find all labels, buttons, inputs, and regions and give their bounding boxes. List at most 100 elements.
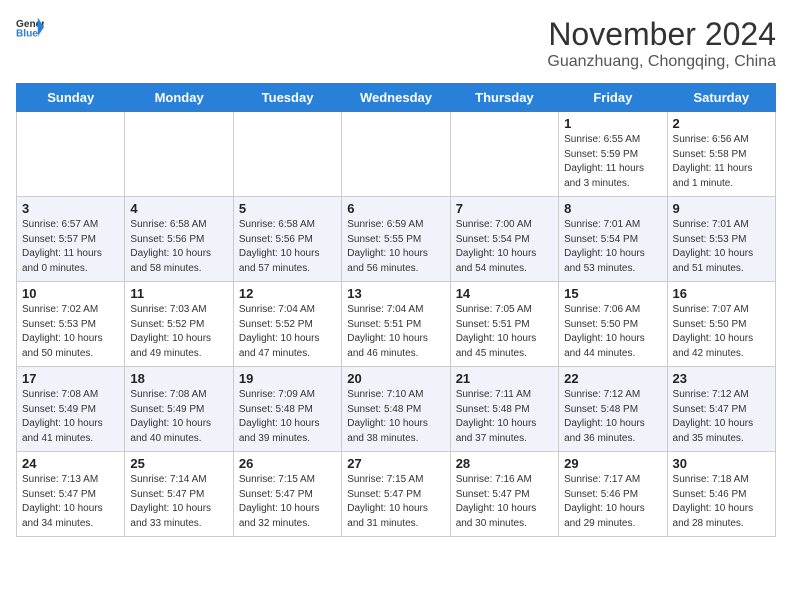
day-cell: 10 Sunrise: 7:02 AM Sunset: 5:53 PM Dayli… xyxy=(17,282,125,367)
day-number: 10 xyxy=(22,286,119,301)
day-number: 23 xyxy=(673,371,770,386)
day-detail: Sunrise: 6:56 AM Sunset: 5:58 PM Dayligh… xyxy=(673,133,770,191)
day-number: 12 xyxy=(239,286,336,301)
day-detail: Sunrise: 7:02 AM Sunset: 5:53 PM Dayligh… xyxy=(22,303,119,361)
day-cell: 27 Sunrise: 7:15 AM Sunset: 5:47 PM Dayli… xyxy=(342,452,450,537)
day-detail: Sunrise: 6:59 AM Sunset: 5:55 PM Dayligh… xyxy=(347,218,444,276)
day-cell: 3Sunrise: 6:57 AM Sunset: 5:57 PM Daylig… xyxy=(17,197,125,282)
day-number: 19 xyxy=(239,371,336,386)
weekday-header-row: SundayMondayTuesdayWednesdayThursdayFrid… xyxy=(17,84,776,112)
day-number: 28 xyxy=(456,456,553,471)
day-number: 16 xyxy=(673,286,770,301)
day-detail: Sunrise: 7:14 AM Sunset: 5:47 PM Dayligh… xyxy=(130,473,227,531)
week-row-3: 10 Sunrise: 7:02 AM Sunset: 5:53 PM Dayli… xyxy=(17,282,776,367)
day-cell: 25 Sunrise: 7:14 AM Sunset: 5:47 PM Dayli… xyxy=(125,452,233,537)
day-number: 22 xyxy=(564,371,661,386)
day-number: 11 xyxy=(130,286,227,301)
day-cell xyxy=(125,112,233,197)
weekday-header-saturday: Saturday xyxy=(667,84,775,112)
day-number: 24 xyxy=(22,456,119,471)
day-number: 5 xyxy=(239,201,336,216)
day-cell: 6 Sunrise: 6:59 AM Sunset: 5:55 PM Daylig… xyxy=(342,197,450,282)
day-detail: Sunrise: 7:11 AM Sunset: 5:48 PM Dayligh… xyxy=(456,388,553,446)
day-number: 8 xyxy=(564,201,661,216)
day-number: 26 xyxy=(239,456,336,471)
day-number: 15 xyxy=(564,286,661,301)
day-detail: Sunrise: 7:05 AM Sunset: 5:51 PM Dayligh… xyxy=(456,303,553,361)
day-cell xyxy=(233,112,341,197)
weekday-header-friday: Friday xyxy=(559,84,667,112)
day-detail: Sunrise: 7:07 AM Sunset: 5:50 PM Dayligh… xyxy=(673,303,770,361)
day-detail: Sunrise: 6:55 AM Sunset: 5:59 PM Dayligh… xyxy=(564,133,661,191)
day-detail: Sunrise: 7:01 AM Sunset: 5:54 PM Dayligh… xyxy=(564,218,661,276)
day-detail: Sunrise: 7:10 AM Sunset: 5:48 PM Dayligh… xyxy=(347,388,444,446)
day-detail: Sunrise: 7:18 AM Sunset: 5:46 PM Dayligh… xyxy=(673,473,770,531)
day-cell: 17 Sunrise: 7:08 AM Sunset: 5:49 PM Dayli… xyxy=(17,367,125,452)
day-cell: 14 Sunrise: 7:05 AM Sunset: 5:51 PM Dayli… xyxy=(450,282,558,367)
day-number: 9 xyxy=(673,201,770,216)
day-cell xyxy=(342,112,450,197)
day-number: 18 xyxy=(130,371,227,386)
month-title: November 2024 xyxy=(547,16,776,53)
day-number: 27 xyxy=(347,456,444,471)
day-number: 25 xyxy=(130,456,227,471)
day-detail: Sunrise: 7:03 AM Sunset: 5:52 PM Dayligh… xyxy=(130,303,227,361)
day-detail: Sunrise: 6:58 AM Sunset: 5:56 PM Dayligh… xyxy=(130,218,227,276)
week-row-5: 24 Sunrise: 7:13 AM Sunset: 5:47 PM Dayli… xyxy=(17,452,776,537)
day-cell: 18Sunrise: 7:08 AM Sunset: 5:49 PM Dayli… xyxy=(125,367,233,452)
day-number: 29 xyxy=(564,456,661,471)
day-cell: 28 Sunrise: 7:16 AM Sunset: 5:47 PM Dayli… xyxy=(450,452,558,537)
day-detail: Sunrise: 7:13 AM Sunset: 5:47 PM Dayligh… xyxy=(22,473,119,531)
header: General Blue November 2024 Guanzhuang, C… xyxy=(16,16,776,71)
day-detail: Sunrise: 7:04 AM Sunset: 5:51 PM Dayligh… xyxy=(347,303,444,361)
day-cell: 30Sunrise: 7:18 AM Sunset: 5:46 PM Dayli… xyxy=(667,452,775,537)
day-cell xyxy=(17,112,125,197)
day-detail: Sunrise: 7:17 AM Sunset: 5:46 PM Dayligh… xyxy=(564,473,661,531)
day-cell: 9 Sunrise: 7:01 AM Sunset: 5:53 PM Daylig… xyxy=(667,197,775,282)
weekday-header-tuesday: Tuesday xyxy=(233,84,341,112)
day-number: 17 xyxy=(22,371,119,386)
title-area: November 2024 Guanzhuang, Chongqing, Chi… xyxy=(547,16,776,71)
day-detail: Sunrise: 7:00 AM Sunset: 5:54 PM Dayligh… xyxy=(456,218,553,276)
svg-text:Blue: Blue xyxy=(16,28,38,38)
day-cell: 19 Sunrise: 7:09 AM Sunset: 5:48 PM Dayli… xyxy=(233,367,341,452)
day-cell xyxy=(450,112,558,197)
day-cell: 1 Sunrise: 6:55 AM Sunset: 5:59 PM Daylig… xyxy=(559,112,667,197)
day-number: 6 xyxy=(347,201,444,216)
day-detail: Sunrise: 7:04 AM Sunset: 5:52 PM Dayligh… xyxy=(239,303,336,361)
day-number: 7 xyxy=(456,201,553,216)
day-cell: 11 Sunrise: 7:03 AM Sunset: 5:52 PM Dayli… xyxy=(125,282,233,367)
day-detail: Sunrise: 7:12 AM Sunset: 5:48 PM Dayligh… xyxy=(564,388,661,446)
logo-icon: General Blue xyxy=(16,16,44,38)
location-title: Guanzhuang, Chongqing, China xyxy=(547,53,776,71)
weekday-header-sunday: Sunday xyxy=(17,84,125,112)
day-number: 2 xyxy=(673,116,770,131)
day-number: 13 xyxy=(347,286,444,301)
day-cell: 4 Sunrise: 6:58 AM Sunset: 5:56 PM Daylig… xyxy=(125,197,233,282)
day-detail: Sunrise: 7:08 AM Sunset: 5:49 PM Dayligh… xyxy=(22,388,119,446)
day-cell: 29 Sunrise: 7:17 AM Sunset: 5:46 PM Dayli… xyxy=(559,452,667,537)
logo: General Blue xyxy=(16,16,44,38)
day-cell: 24 Sunrise: 7:13 AM Sunset: 5:47 PM Dayli… xyxy=(17,452,125,537)
weekday-header-monday: Monday xyxy=(125,84,233,112)
day-cell: 15 Sunrise: 7:06 AM Sunset: 5:50 PM Dayli… xyxy=(559,282,667,367)
day-number: 21 xyxy=(456,371,553,386)
week-row-1: 1 Sunrise: 6:55 AM Sunset: 5:59 PM Daylig… xyxy=(17,112,776,197)
day-detail: Sunrise: 7:15 AM Sunset: 5:47 PM Dayligh… xyxy=(239,473,336,531)
day-detail: Sunrise: 7:15 AM Sunset: 5:47 PM Dayligh… xyxy=(347,473,444,531)
week-row-4: 17 Sunrise: 7:08 AM Sunset: 5:49 PM Dayli… xyxy=(17,367,776,452)
day-cell: 8 Sunrise: 7:01 AM Sunset: 5:54 PM Daylig… xyxy=(559,197,667,282)
day-detail: Sunrise: 7:06 AM Sunset: 5:50 PM Dayligh… xyxy=(564,303,661,361)
day-cell: 21 Sunrise: 7:11 AM Sunset: 5:48 PM Dayli… xyxy=(450,367,558,452)
day-detail: Sunrise: 7:16 AM Sunset: 5:47 PM Dayligh… xyxy=(456,473,553,531)
day-detail: Sunrise: 6:57 AM Sunset: 5:57 PM Dayligh… xyxy=(22,218,119,276)
calendar-table: SundayMondayTuesdayWednesdayThursdayFrid… xyxy=(16,83,776,537)
day-number: 14 xyxy=(456,286,553,301)
day-detail: Sunrise: 7:12 AM Sunset: 5:47 PM Dayligh… xyxy=(673,388,770,446)
day-cell: 23 Sunrise: 7:12 AM Sunset: 5:47 PM Dayli… xyxy=(667,367,775,452)
day-cell: 20Sunrise: 7:10 AM Sunset: 5:48 PM Dayli… xyxy=(342,367,450,452)
day-number: 1 xyxy=(564,116,661,131)
day-number: 4 xyxy=(130,201,227,216)
day-detail: Sunrise: 7:01 AM Sunset: 5:53 PM Dayligh… xyxy=(673,218,770,276)
day-detail: Sunrise: 7:09 AM Sunset: 5:48 PM Dayligh… xyxy=(239,388,336,446)
